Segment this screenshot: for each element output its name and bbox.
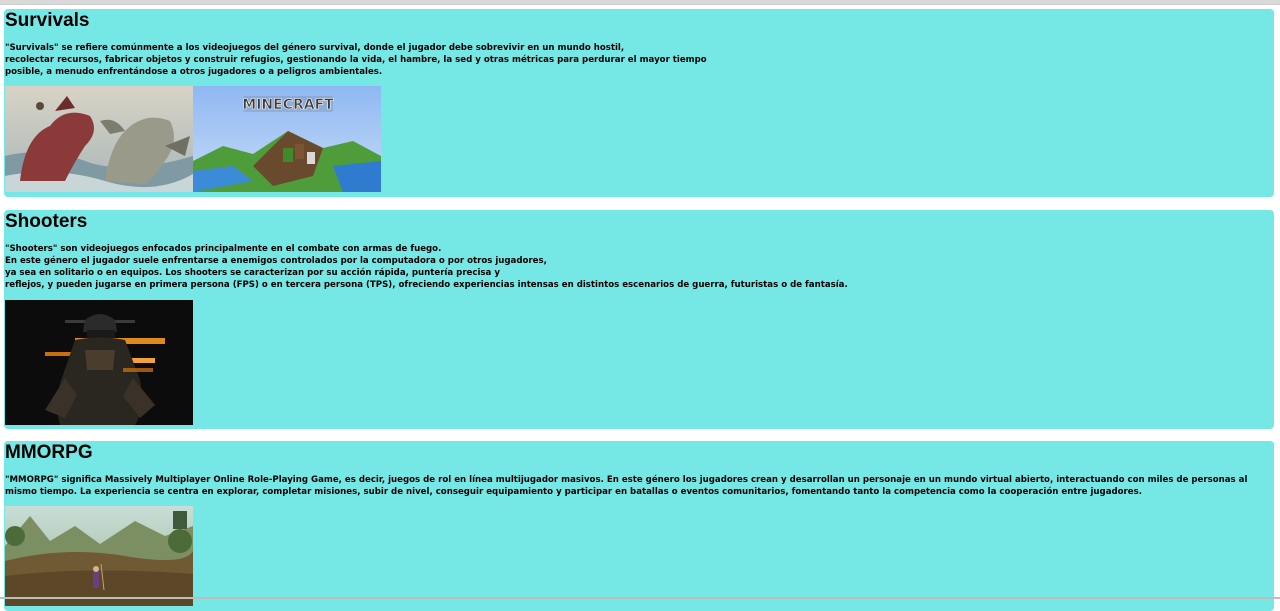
image-row — [5, 300, 1273, 425]
section-shooters: Shooters "Shooters" son videojuegos enfo… — [4, 210, 1274, 429]
dinosaur-battle-image — [5, 86, 193, 192]
image-row — [5, 506, 1273, 606]
browser-top-bar — [0, 0, 1280, 5]
section-mmorpg: MMORPG "MMORPG" significa Massively Mult… — [4, 441, 1274, 611]
section-description: "Survivals" se refiere comúnmente a los … — [5, 43, 707, 77]
minecraft-cover-image: MINECRAFT — [193, 86, 381, 192]
section-title: Shooters — [5, 211, 88, 232]
fantasy-landscape-image — [5, 506, 193, 606]
section-title: MMORPG — [5, 442, 93, 463]
section-survivals: Survivals "Survivals" se refiere comúnme… — [4, 9, 1274, 197]
image-row: MINECRAFT — [5, 86, 1273, 192]
section-description: "Shooters" son videojuegos enfocados pri… — [5, 244, 848, 290]
minecraft-logo-text: MINECRAFT — [242, 97, 334, 113]
soldier-image — [5, 300, 193, 425]
section-title: Survivals — [5, 10, 90, 31]
section-description: "MMORPG" significa Massively Multiplayer… — [5, 475, 1248, 497]
